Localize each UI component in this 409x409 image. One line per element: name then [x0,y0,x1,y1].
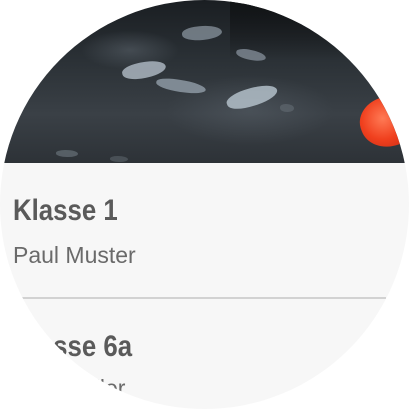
header-image-shard [181,23,223,43]
header-image-shard [155,76,207,96]
list-item-klasse-6a[interactable]: Klasse 6a Max Müller [0,299,409,409]
header-image-shard [224,80,280,114]
header-image-shard [280,104,294,112]
class-list[interactable]: Klasse 1 Paul Muster Klasse 6a Max Mülle… [0,163,409,409]
header-image [0,0,409,163]
header-image-shard [110,156,128,162]
list-item-title: Klasse 6a [13,330,133,363]
watch-screen: Klasse 1 Paul Muster Klasse 6a Max Mülle… [0,0,409,409]
header-image-shard [56,150,78,157]
list-item-klasse-1[interactable]: Klasse 1 Paul Muster [0,163,409,299]
header-image-red-object [353,87,409,155]
list-item-subtitle: Max Müller [13,375,126,401]
list-item-subtitle: Paul Muster [13,242,136,268]
list-item-title: Klasse 1 [13,194,118,227]
